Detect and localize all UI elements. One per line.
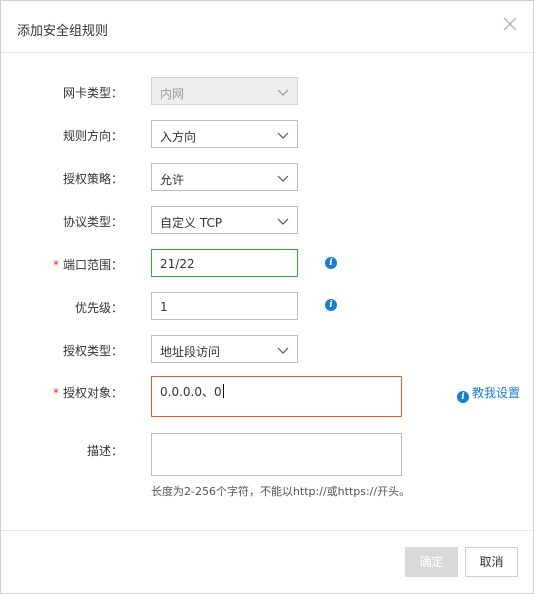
- close-icon[interactable]: [501, 15, 519, 33]
- auth-object-value: 0.0.0.0、0: [160, 385, 222, 399]
- info-icon: i: [457, 391, 469, 403]
- chevron-down-icon: [277, 175, 289, 182]
- port-range-value: 21/22: [160, 257, 195, 271]
- nic-type-value: 内网: [160, 87, 185, 101]
- auth-object-content: 0.0.0.0、0: [160, 383, 224, 400]
- policy-select[interactable]: 允许: [151, 163, 298, 191]
- policy-value: 允许: [160, 173, 185, 187]
- auth-object-label-text: 授权对象：: [62, 386, 123, 400]
- port-range-input[interactable]: 21/22: [151, 249, 298, 277]
- chevron-down-icon: [277, 89, 289, 96]
- protocol-label: 协议类型：: [62, 215, 123, 229]
- required-mark: *: [52, 386, 59, 400]
- description-textarea[interactable]: [151, 433, 402, 476]
- dialog-footer: 确定 取消: [1, 530, 533, 594]
- add-security-group-rule-dialog: 添加安全组规则 网卡类型： 内网 规则方向： 入方向 授权策略： 允许 协议类型…: [0, 0, 534, 594]
- priority-input[interactable]: 1: [151, 292, 298, 320]
- chevron-down-icon: [277, 132, 289, 139]
- auth-object-textarea[interactable]: 0.0.0.0、0: [151, 376, 402, 417]
- priority-label: 优先级：: [74, 301, 123, 315]
- dialog-title: 添加安全组规则: [17, 24, 109, 39]
- cancel-button[interactable]: 取消: [465, 547, 518, 577]
- protocol-select[interactable]: 自定义 TCP: [151, 206, 298, 234]
- priority-value: 1: [160, 300, 168, 314]
- protocol-value: 自定义 TCP: [160, 216, 223, 230]
- port-range-label: * 端口范围：: [1, 256, 123, 273]
- policy-label: 授权策略：: [62, 172, 123, 186]
- auth-type-value: 地址段访问: [160, 345, 221, 359]
- direction-label: 规则方向：: [62, 129, 123, 143]
- auth-type-select[interactable]: 地址段访问: [151, 335, 298, 363]
- confirm-button[interactable]: 确定: [405, 547, 458, 577]
- direction-value: 入方向: [160, 130, 197, 144]
- text-cursor: [222, 384, 224, 398]
- nic-type-select[interactable]: 内网: [151, 77, 298, 105]
- direction-select[interactable]: 入方向: [151, 120, 298, 148]
- required-mark: *: [52, 258, 59, 272]
- port-range-label-text: 端口范围：: [62, 258, 123, 272]
- auth-type-label: 授权类型：: [62, 344, 123, 358]
- description-hint: 长度为2-256个字符，不能以http://或https://开头。: [151, 485, 411, 498]
- chevron-down-icon: [277, 347, 289, 354]
- chevron-down-icon: [277, 218, 289, 225]
- info-icon[interactable]: i: [325, 299, 337, 311]
- description-label: 描述：: [86, 444, 123, 458]
- help-link-label: 教我设置: [472, 386, 521, 400]
- info-icon[interactable]: i: [325, 257, 337, 269]
- dialog-header: 添加安全组规则: [1, 1, 533, 53]
- nic-type-label: 网卡类型：: [62, 86, 123, 100]
- auth-object-label: * 授权对象：: [1, 384, 123, 401]
- help-me-set-link[interactable]: i 教我设置: [457, 384, 520, 403]
